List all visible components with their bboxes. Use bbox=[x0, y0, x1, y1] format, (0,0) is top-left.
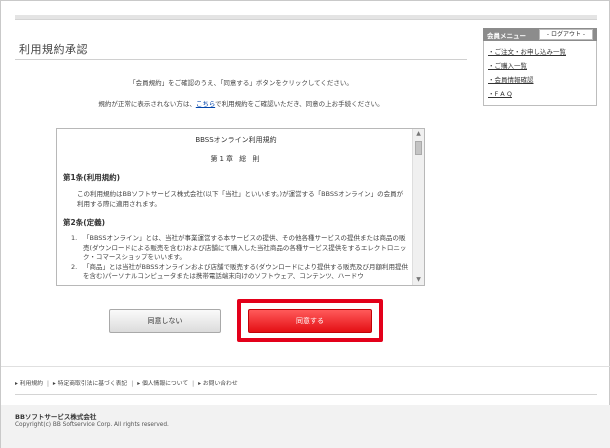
member-menu-list: ・ご注文・お申し込み一覧 ・ご購入一覧 ・会員情報確認 ・F A Q bbox=[483, 41, 597, 106]
list-item-text: 「商品」とは当社がBBSSオンラインおよび店舗で販売する(ダウンロードにより提供… bbox=[83, 262, 408, 281]
disagree-button[interactable]: 同意しない bbox=[109, 309, 221, 333]
terms-scrollbar[interactable]: ▲ ▼ bbox=[412, 129, 424, 285]
scroll-down-arrow-icon[interactable]: ▼ bbox=[413, 275, 424, 285]
intro-before: 規約が正常に表示されない方は、 bbox=[98, 100, 196, 108]
footer-links: ▸ 利用規約 | ▸ 特定商取引法に基づく表記 | ▸ 個人情報について | ▸ お問い合わ… bbox=[15, 381, 238, 387]
member-menu: 会員メニュー - ログアウト - ・ご注文・お申し込み一覧 ・ご購入一覧 ・会員… bbox=[483, 28, 597, 106]
scroll-up-arrow-icon[interactable]: ▲ bbox=[413, 129, 424, 139]
terms-alt-link[interactable]: こちら bbox=[196, 100, 215, 108]
member-menu-title: 会員メニュー bbox=[487, 32, 526, 40]
top-bar bbox=[15, 15, 597, 20]
menu-item-faq[interactable]: ・F A Q bbox=[488, 87, 593, 101]
page-frame: 利用規約承認 「会員規約」をご確認のうえ、「同意する」ボタンをクリックしてくださ… bbox=[0, 0, 610, 448]
list-item: 1. 「BBSSオンライン」とは、当社が事業運営する本サービスの提供、その他各種サ… bbox=[71, 234, 407, 261]
section-body: この利用規約はBBソフトサービス株式会社(以下「当社」といいます。)が運営する「… bbox=[77, 190, 404, 208]
footer-link-terms[interactable]: ▸ 利用規約 bbox=[15, 381, 43, 387]
main-content: 利用規約承認 「会員規約」をご確認のうえ、「同意する」ボタンをクリックしてくださ… bbox=[15, 27, 467, 367]
menu-item-orders[interactable]: ・ご注文・お申し込み一覧 bbox=[488, 45, 593, 59]
terms-content: BBSSオンライン利用規約 第1章 総 則 第1条(利用規約) この利用規約はB… bbox=[63, 135, 409, 282]
copyright-text: Copyright(c) BB Softservice Corp. All ri… bbox=[15, 422, 169, 428]
scroll-thumb[interactable] bbox=[415, 141, 422, 155]
member-menu-header: 会員メニュー - ログアウト - bbox=[483, 28, 597, 41]
list-item: 2. 「商品」とは当社がBBSSオンラインおよび店舗で販売する(ダウンロードにより… bbox=[71, 262, 408, 281]
section-heading: 第2条(定義) bbox=[63, 218, 106, 227]
footer-link-contact[interactable]: ▸ お問い合わせ bbox=[198, 381, 238, 387]
terms-title: BBSSオンライン利用規約 bbox=[195, 136, 277, 144]
intro-text: 「会員規約」をご確認のうえ、「同意する」ボタンをクリックしてください。 bbox=[129, 79, 353, 87]
footer-divider bbox=[1, 366, 610, 367]
terms-scroll-box[interactable]: BBSSオンライン利用規約 第1章 総 則 第1条(利用規約) この利用規約はB… bbox=[56, 128, 425, 286]
menu-item-purchases[interactable]: ・ご購入一覧 bbox=[488, 59, 593, 73]
footer-divider-2 bbox=[15, 394, 597, 395]
terms-chapter: 第1章 総 則 bbox=[210, 155, 262, 163]
agree-button[interactable]: 同意する bbox=[248, 309, 372, 333]
menu-item-member-info[interactable]: ・会員情報確認 bbox=[488, 73, 593, 87]
intro-after: で利用規約をご確認いただき、同意の上お手続ください。 bbox=[215, 100, 384, 108]
section-heading: 第1条(利用規約) bbox=[63, 173, 121, 182]
list-item-text: 「BBSSオンライン」とは、当社が事業運営する本サービスの提供、その他各種サービ… bbox=[83, 234, 407, 261]
intro-text-alt: 規約が正常に表示されない方は、こちらで利用規約をご確認いただき、同意の上お手続く… bbox=[15, 98, 467, 108]
definition-list: 1. 「BBSSオンライン」とは、当社が事業運営する本サービスの提供、その他各種サ… bbox=[63, 234, 409, 282]
page-title: 利用規約承認 bbox=[19, 43, 88, 56]
footer-link-privacy[interactable]: ▸ 個人情報について bbox=[137, 381, 188, 387]
footer-link-commerce-law[interactable]: ▸ 特定商取引法に基づく表記 bbox=[53, 381, 127, 387]
company-name: BBソフトサービス株式会社 bbox=[15, 413, 97, 421]
logout-button[interactable]: - ログアウト - bbox=[539, 29, 593, 40]
title-divider bbox=[15, 59, 467, 60]
